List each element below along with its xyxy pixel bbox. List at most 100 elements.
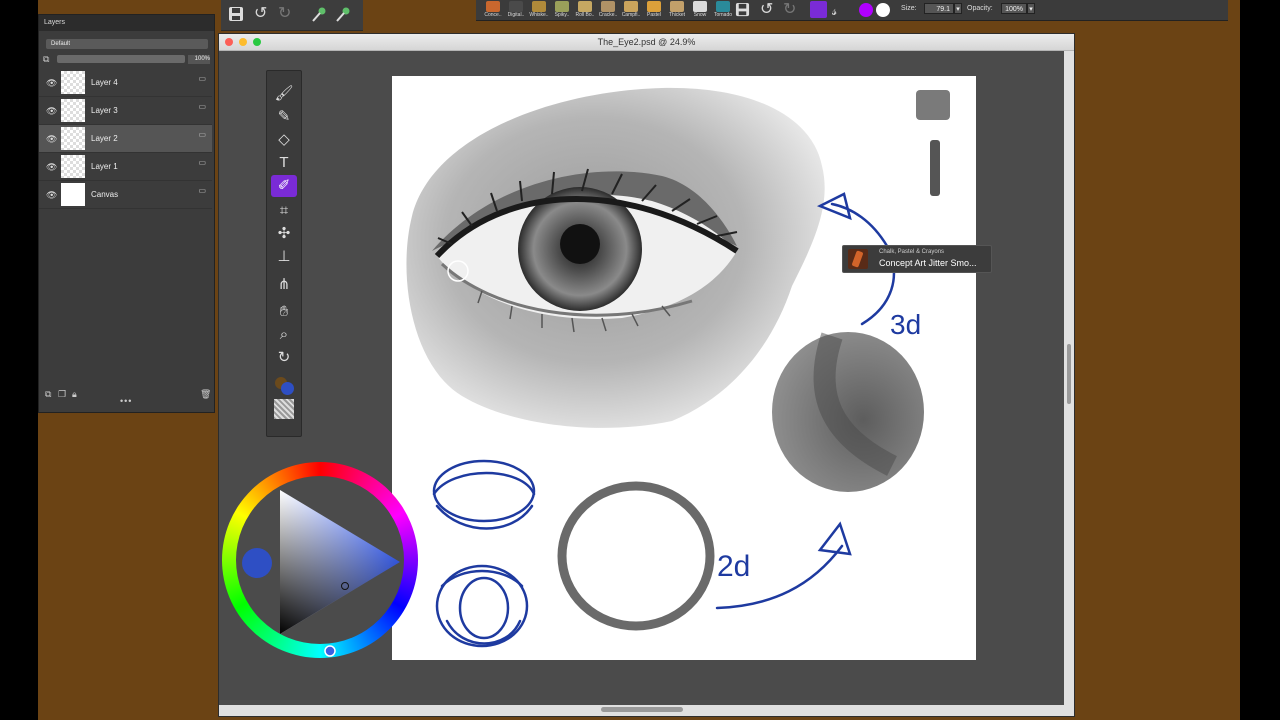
new-layer-icon[interactable]: ⧉ (45, 389, 51, 400)
menu-icon[interactable]: ≡ (402, 464, 413, 485)
redo-icon[interactable]: ↻ (278, 6, 291, 22)
hand-tool-icon[interactable]: ✋︎ (271, 301, 297, 323)
vertical-scroll-thumb[interactable] (1067, 344, 1071, 404)
layer-options-icon[interactable]: ▭ (198, 158, 206, 167)
brush-preset-icon (848, 249, 868, 269)
blend-mode-select[interactable]: Default (46, 39, 208, 49)
brush-preset-chip[interactable]: Cracke.. (597, 0, 619, 20)
more-options-icon[interactable]: ••• (120, 396, 132, 406)
brush-preset-icon (555, 1, 569, 12)
layer-row[interactable]: 👁︎ Layer 3 ▭ (39, 97, 212, 125)
brush-preset-chip[interactable]: Pastel (643, 0, 665, 20)
paper-texture-icon[interactable] (274, 399, 294, 419)
layer-options-icon[interactable]: ▭ (198, 102, 206, 111)
document-titlebar: The_Eye2.psd @ 24.9% (219, 34, 1074, 51)
flat-circle (557, 481, 715, 631)
brush-preset-chip[interactable]: Digital.. (505, 0, 527, 20)
layer-thumbnail (61, 99, 85, 122)
primary-color-swatch[interactable] (859, 3, 873, 17)
brush-preset-chip[interactable]: Whiske.. (528, 0, 550, 20)
brush-preset-chip[interactable]: Tornado (712, 0, 734, 20)
layer-options-icon[interactable]: ▭ (198, 74, 206, 83)
current-color-indicator (242, 548, 272, 578)
layers-panel: Layers Default ⧉ 100% 👁︎ Layer 4 ▭ 👁︎ Layer … (38, 14, 215, 413)
rotate-tool-icon[interactable]: ↻ (271, 347, 297, 369)
brush-preset-icon (647, 1, 661, 12)
size-field[interactable]: 79.1 (924, 3, 954, 14)
shaded-sphere (772, 332, 924, 492)
brush-tip-icon[interactable] (335, 6, 351, 26)
visibility-eye-icon[interactable]: 👁︎ (46, 106, 57, 117)
eraser-tool-icon[interactable]: ✐ (271, 175, 297, 197)
redo-icon[interactable]: ↻ (783, 2, 796, 18)
brush-preset-chip[interactable]: Thicket (666, 0, 688, 20)
layer-row[interactable]: 👁︎ Layer 2 ▭ (39, 125, 212, 153)
color-wheel[interactable] (222, 462, 418, 658)
brush-preset-icon (693, 1, 707, 12)
symmetry-tool-icon[interactable]: ⋔ (271, 274, 297, 296)
trash-icon[interactable]: 🗑︎ (200, 389, 211, 400)
lock-transparency-icon[interactable]: ⧉ (43, 54, 49, 65)
label-2d: 2d (717, 550, 750, 583)
layer-options-icon[interactable]: ▭ (198, 130, 206, 139)
brush-preset-chip[interactable]: Roll Bo.. (574, 0, 596, 20)
visibility-eye-icon[interactable]: 👁︎ (46, 78, 57, 89)
drawing-canvas[interactable]: 3d 2d (392, 76, 976, 660)
foreground-color-swatch[interactable] (281, 382, 294, 395)
horizontal-scroll-thumb[interactable] (601, 707, 683, 712)
gray-swatch (916, 90, 950, 120)
undo-icon[interactable]: ↺ (254, 6, 267, 22)
fill-tool-icon[interactable]: ◇ (271, 129, 297, 151)
layer-row[interactable]: 👁︎ Layer 1 ▭ (39, 153, 212, 181)
brush-preset-chip[interactable]: Conce.. (482, 0, 504, 20)
brush-mode-icon[interactable] (810, 1, 827, 18)
brush-toolbar: Conce.. Digital.. Whiske.. Spiky.. Roll Bo..… (476, 0, 1228, 21)
opacity-stepper[interactable]: ▾ (1027, 3, 1035, 14)
crop-tool-icon[interactable]: ⌗ (271, 200, 297, 222)
size-label: Size: (901, 5, 917, 12)
layer-name: Layer 1 (91, 162, 118, 171)
toolbox: 🖌︎ ✎ ◇ T ✐ ⌗ ✣ ⊥ ⋔ ✋︎ ⌕ ↻ (266, 70, 302, 437)
text-tool-icon[interactable]: T (271, 152, 297, 174)
visibility-eye-icon[interactable]: 👁︎ (46, 134, 57, 145)
layer-name: Layer 3 (91, 106, 118, 115)
visibility-eye-icon[interactable]: 👁︎ (46, 162, 57, 173)
layer-opacity-value[interactable]: 100% (188, 55, 210, 64)
brush-preset-icon (716, 1, 730, 12)
layers-panel-title: Layers (44, 19, 66, 26)
layer-thumbnail (61, 127, 85, 150)
undo-icon[interactable]: ↺ (760, 2, 773, 18)
brush-preset-icon (509, 1, 523, 12)
lock-icon[interactable]: 🔒︎ (72, 389, 77, 400)
brush-preset-chip[interactable]: Spiky.. (551, 0, 573, 20)
label-3d: 3d (890, 309, 921, 340)
stamp-tool-icon[interactable]: ⊥ (271, 246, 297, 268)
zoom-tool-icon[interactable]: ⌕ (271, 324, 297, 346)
brush-preset-chip[interactable]: Campfi.. (620, 0, 642, 20)
brush-category: Chalk, Pastel & Crayons (879, 249, 945, 255)
save-icon[interactable] (735, 2, 750, 21)
layer-opacity-slider[interactable] (57, 55, 185, 63)
layer-row[interactable]: 👁︎ Layer 4 ▭ (39, 69, 212, 97)
transform-tool-icon[interactable]: ✣ (271, 223, 297, 245)
stroke-icon[interactable]: 𝓈 (832, 2, 837, 18)
brush-preset-icon (624, 1, 638, 12)
layer-options-icon[interactable]: ▭ (198, 186, 206, 195)
secondary-color-swatch[interactable] (876, 3, 890, 17)
eyedropper-tool-icon[interactable]: ✎ (271, 106, 297, 128)
opacity-field[interactable]: 100% (1001, 3, 1027, 14)
layers-panel-header: Layers (39, 15, 214, 31)
brush-tip-icon[interactable] (311, 6, 327, 26)
layer-row[interactable]: 👁︎ Canvas ▭ (39, 181, 212, 209)
layer-thumbnail (61, 71, 85, 94)
save-icon[interactable] (228, 6, 244, 26)
visibility-eye-icon[interactable]: 👁︎ (46, 190, 57, 201)
brush-preset-chip[interactable]: Snow (689, 0, 711, 20)
layer-name: Layer 4 (91, 78, 118, 87)
brush-tooltip: Chalk, Pastel & Crayons Concept Art Jitt… (842, 245, 992, 273)
layer-opacity-row: ⧉ 100% (43, 53, 211, 67)
duplicate-layer-icon[interactable]: ❐ (58, 389, 66, 400)
size-stepper[interactable]: ▾ (954, 3, 962, 14)
brush-tool-icon[interactable]: 🖌︎ (271, 83, 297, 105)
brush-preset-icon (578, 1, 592, 12)
